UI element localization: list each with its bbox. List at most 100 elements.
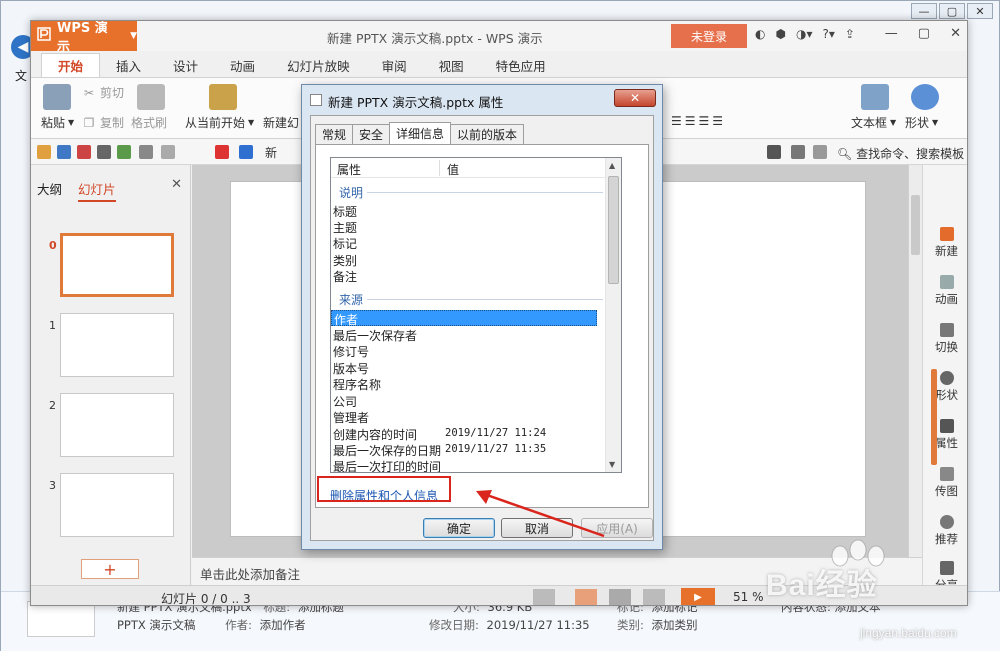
tab-design[interactable]: 设计 <box>157 53 214 77</box>
wps-app-menu-button[interactable]: WPS 演示 ▼ <box>31 21 137 55</box>
export-pdf-icon[interactable] <box>77 145 91 159</box>
list-item[interactable]: 修订号 <box>331 343 607 359</box>
slide-thumbnail[interactable] <box>60 313 174 377</box>
slide-thumbnail[interactable] <box>60 473 174 537</box>
list-item[interactable]: 作者 <box>331 310 597 327</box>
tab-view[interactable]: 视图 <box>423 53 480 77</box>
tab-security[interactable]: 安全 <box>352 124 391 144</box>
list-item[interactable]: 主题 <box>331 219 607 235</box>
open-icon[interactable] <box>37 145 51 159</box>
textbox-button[interactable]: 文本框 ▼ <box>851 114 896 131</box>
copy-button[interactable]: ❐ 复制 <box>81 114 124 131</box>
from-current-button[interactable]: 从当前开始 ▼ <box>185 114 254 131</box>
cloud-icon[interactable]: ⬢ <box>775 27 785 41</box>
tools-icon[interactable] <box>791 145 805 159</box>
list-item[interactable]: 最后一次打印的时间 <box>331 458 607 472</box>
list-item[interactable]: 标记 <box>331 235 607 251</box>
details-category-value[interactable]: 添加类别 <box>652 618 698 632</box>
new-slide-button[interactable]: 新建幻 <box>263 114 299 131</box>
tab-outline[interactable]: 大纲 <box>37 179 62 202</box>
column-property[interactable]: 属性 <box>337 161 361 178</box>
wps-w-icon[interactable] <box>215 145 229 159</box>
list-item[interactable]: 管理者 <box>331 409 607 425</box>
add-slide-button[interactable]: + <box>81 559 139 579</box>
share-up-icon[interactable]: ⇪ <box>845 27 855 41</box>
tab-previous-versions[interactable]: 以前的版本 <box>450 124 525 144</box>
undo-icon[interactable] <box>139 145 153 159</box>
cut-button[interactable]: ✂ 剪切 <box>81 84 124 101</box>
login-button[interactable]: 未登录 <box>671 24 747 48</box>
close-icon[interactable]: ✕ <box>171 177 182 192</box>
format-painter-button[interactable]: 格式刷 <box>131 114 167 131</box>
explorer-menu-file[interactable]: 文 <box>15 67 27 84</box>
maximize-button[interactable]: ▢ <box>939 3 965 19</box>
list-item[interactable]: 备注 <box>331 268 607 284</box>
pane-animation[interactable]: 动画 <box>923 275 967 307</box>
list-item[interactable]: 程序名称 <box>331 376 607 392</box>
scrollbar-thumb[interactable] <box>911 195 920 255</box>
slide-thumbnail[interactable] <box>60 393 174 457</box>
slide-sorter-icon[interactable] <box>609 589 631 605</box>
scroll-down-icon[interactable]: ▼ <box>609 460 615 469</box>
tab-animation[interactable]: 动画 <box>214 53 271 77</box>
scroll-up-icon[interactable]: ▲ <box>609 161 615 170</box>
pane-new[interactable]: 新建 <box>923 227 967 259</box>
task-pane-handle[interactable] <box>931 369 937 465</box>
paste-icon[interactable] <box>43 84 71 110</box>
paragraph-align-buttons[interactable]: ☰ ☰ ☰ ☰ <box>671 114 723 128</box>
list-item[interactable]: 最后一次保存的日期 2019/11/27 11:35 <box>331 442 607 458</box>
tab-details[interactable]: 详细信息 <box>389 122 452 144</box>
play-slideshow-button[interactable]: ▶ <box>681 588 715 605</box>
print-preview-icon[interactable] <box>117 145 131 159</box>
tab-slides[interactable]: 幻灯片 <box>78 179 116 202</box>
document-tab-label[interactable]: 新 <box>265 144 277 161</box>
scrollbar-thumb[interactable] <box>608 176 619 284</box>
property-list[interactable]: 属性 值 说明 标题 主题 标记 类别 备注 来源 作者 最后一次保存者 修订号… <box>330 157 622 473</box>
tab-slideshow[interactable]: 幻灯片放映 <box>271 53 366 77</box>
minimize-button[interactable]: — <box>911 3 937 19</box>
list-item[interactable]: 最后一次保存者 <box>331 327 607 343</box>
paste-button[interactable]: 粘贴 ▼ <box>41 114 74 131</box>
screen-icon[interactable] <box>767 145 781 159</box>
canvas-scrollbar[interactable] <box>908 165 922 557</box>
feedback-icon[interactable]: ◑▾ <box>796 27 813 41</box>
slide-thumbnail[interactable] <box>60 233 174 297</box>
pane-shape[interactable]: 形状 <box>923 371 967 403</box>
notes-toggle-icon[interactable] <box>533 589 555 605</box>
bookmark-icon[interactable] <box>813 145 827 159</box>
details-author-value[interactable]: 添加作者 <box>260 618 306 632</box>
restore-icon[interactable]: ▢ <box>918 26 930 41</box>
skin-icon[interactable]: ◐ <box>755 27 765 41</box>
close-icon[interactable]: ✕ <box>950 26 961 41</box>
pane-properties[interactable]: 属性 <box>923 419 967 451</box>
zoom-level[interactable]: 51 % <box>733 590 764 604</box>
tab-home[interactable]: 开始 <box>41 53 101 77</box>
save-icon[interactable] <box>57 145 71 159</box>
cube-icon[interactable] <box>239 145 253 159</box>
tab-review[interactable]: 审阅 <box>366 53 423 77</box>
list-item[interactable]: 类别 <box>331 252 607 268</box>
tab-special[interactable]: 特色应用 <box>480 53 562 77</box>
print-icon[interactable] <box>97 145 111 159</box>
tab-insert[interactable]: 插入 <box>100 53 157 77</box>
pane-transition[interactable]: 切换 <box>923 323 967 355</box>
command-search[interactable]: 🔍︎ 查找命令、搜索模板 <box>837 145 964 162</box>
tab-general[interactable]: 常规 <box>315 124 354 144</box>
column-value[interactable]: 值 <box>447 161 459 178</box>
reading-view-icon[interactable] <box>643 589 665 605</box>
list-item[interactable]: 版本号 <box>331 360 607 376</box>
close-button[interactable]: ✕ <box>967 3 993 19</box>
help-icon[interactable]: ?▾ <box>822 27 834 41</box>
minimize-icon[interactable]: — <box>885 26 898 41</box>
list-item[interactable]: 创建内容的时间 2019/11/27 11:24 <box>331 426 607 442</box>
list-item[interactable]: 公司 <box>331 393 607 409</box>
normal-view-icon[interactable] <box>575 589 597 605</box>
property-list-scrollbar[interactable]: ▲ ▼ <box>605 158 621 472</box>
chevron-down-icon: ▼ <box>130 31 137 41</box>
shape-button[interactable]: 形状 ▼ <box>905 114 938 131</box>
list-item[interactable]: 标题 <box>331 203 607 219</box>
pane-upload-image[interactable]: 传图 <box>923 467 967 499</box>
projector-icon <box>209 84 237 110</box>
dialog-close-button[interactable]: ✕ <box>614 89 656 107</box>
redo-icon[interactable] <box>161 145 175 159</box>
